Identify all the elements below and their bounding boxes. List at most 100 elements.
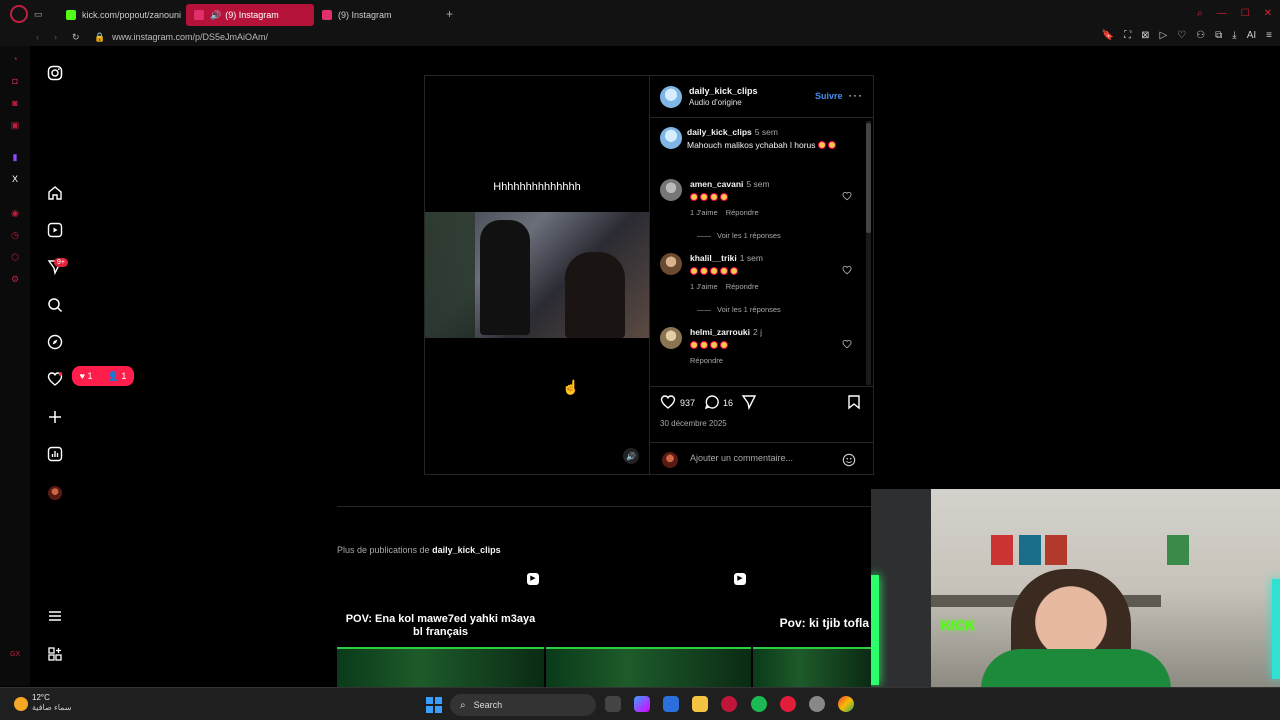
- tab-kick[interactable]: kick.com/popout/zanouni: [58, 4, 186, 26]
- mute-button[interactable]: 🔊: [623, 448, 639, 464]
- more-options-icon[interactable]: ···: [848, 88, 863, 102]
- shopping-icon[interactable]: ◘: [10, 76, 20, 86]
- comment-icon[interactable]: [704, 394, 720, 410]
- author-username[interactable]: daily_kick_clips: [689, 86, 758, 96]
- url-field[interactable]: www.instagram.com/p/DS5eJmAiOAm/: [112, 32, 268, 42]
- more-post-thumbnail[interactable]: Pov: ki tjib tofla: [753, 567, 871, 687]
- commenter-avatar[interactable]: [660, 327, 682, 349]
- gx-icon[interactable]: GX: [10, 650, 20, 660]
- bookmark-icon[interactable]: 🔖: [1102, 30, 1114, 41]
- profile-avatar[interactable]: [47, 485, 63, 501]
- author-avatar[interactable]: [660, 127, 682, 149]
- reply-button[interactable]: Répondre: [726, 208, 759, 217]
- heart-icon[interactable]: ♡: [1177, 30, 1186, 41]
- menu-icon[interactable]: ≡: [1266, 30, 1272, 41]
- twitch-icon[interactable]: ▮: [10, 152, 20, 162]
- like-comment-icon[interactable]: [842, 339, 852, 349]
- reply-button[interactable]: Répondre: [726, 282, 759, 291]
- play-icon[interactable]: ▷: [1160, 30, 1168, 41]
- view-replies-button[interactable]: Voir les 1 réponses: [697, 305, 781, 314]
- like-comment-icon[interactable]: [842, 191, 852, 201]
- opera-ai-icon[interactable]: ◔: [10, 54, 20, 64]
- comment-username[interactable]: amen_cavani 5 sem: [690, 179, 770, 189]
- task-view-icon[interactable]: [605, 696, 621, 712]
- like-comment-icon[interactable]: [842, 265, 852, 275]
- search-tabs-icon[interactable]: ⌕: [1197, 8, 1203, 19]
- comments-scrollbar[interactable]: [866, 121, 871, 385]
- maximize-icon[interactable]: ☐: [1241, 8, 1250, 19]
- comment-likes[interactable]: 1 J'aime: [690, 208, 718, 217]
- view-replies-button[interactable]: Voir les 1 réponses: [697, 231, 781, 240]
- author-avatar[interactable]: [660, 86, 682, 108]
- audio-playing-icon[interactable]: 🔊: [210, 10, 221, 21]
- save-icon[interactable]: [846, 394, 862, 410]
- chrome-icon[interactable]: [838, 696, 854, 712]
- commenter-avatar[interactable]: [660, 253, 682, 275]
- download-icon[interactable]: ⤓: [1232, 30, 1236, 41]
- follow-button[interactable]: Suivre: [815, 91, 843, 101]
- new-tab-icon[interactable]: +: [446, 7, 453, 21]
- create-icon[interactable]: [47, 409, 63, 425]
- activity-popup[interactable]: ♥ 1 👤 1: [72, 366, 134, 386]
- opera-logo-icon[interactable]: [10, 5, 28, 23]
- adblock-icon[interactable]: ⊠: [1141, 30, 1149, 41]
- settings-icon[interactable]: ⚙: [10, 274, 20, 284]
- back-icon[interactable]: ‹: [36, 32, 39, 42]
- caption-username[interactable]: daily_kick_clips 5 sem: [687, 127, 778, 137]
- scrollbar-thumb[interactable]: [866, 123, 871, 233]
- search-icon[interactable]: [47, 297, 63, 313]
- notifications-heart-icon[interactable]: [47, 371, 63, 387]
- share-icon[interactable]: [741, 394, 757, 410]
- extensions-sidebar-icon[interactable]: ⬡: [10, 252, 20, 262]
- player-icon[interactable]: ◉: [10, 208, 20, 218]
- commenter-avatar[interactable]: [660, 179, 682, 201]
- comment-username[interactable]: khalil__triki 1 sem: [690, 253, 763, 263]
- reels-icon[interactable]: [47, 222, 63, 238]
- opera-gx-icon[interactable]: [721, 696, 737, 712]
- like-icon[interactable]: [660, 394, 676, 410]
- instagram-logo-icon[interactable]: [47, 65, 63, 81]
- more-post-thumbnail[interactable]: ▶: [546, 567, 751, 687]
- emoji-picker-icon[interactable]: [842, 453, 856, 467]
- app-icon[interactable]: [780, 696, 796, 712]
- steam-icon[interactable]: [809, 696, 825, 712]
- like-count[interactable]: 937: [680, 398, 695, 408]
- extensions-icon[interactable]: ⧉: [1215, 30, 1222, 41]
- start-button[interactable]: [426, 697, 442, 713]
- tab-instagram-active[interactable]: 🔊 (9) Instagram: [186, 4, 314, 26]
- snapshot-icon[interactable]: ⛶: [1124, 30, 1131, 41]
- reload-icon[interactable]: ↻: [72, 32, 80, 43]
- news-icon[interactable]: ▣: [10, 120, 20, 130]
- tab-instagram[interactable]: (9) Instagram: [314, 4, 442, 26]
- copilot-icon[interactable]: [634, 696, 650, 712]
- more-posts-username[interactable]: daily_kick_clips: [432, 545, 501, 555]
- dashboard-icon[interactable]: [47, 446, 63, 462]
- audio-label[interactable]: Audio d'origine: [689, 98, 742, 107]
- messenger-icon[interactable]: ◙: [10, 98, 20, 108]
- video-frame[interactable]: [425, 212, 649, 338]
- store-icon[interactable]: [663, 696, 679, 712]
- x-icon[interactable]: X: [10, 174, 20, 184]
- explore-icon[interactable]: [47, 334, 63, 350]
- comment-count[interactable]: 16: [723, 398, 733, 408]
- profile-icon[interactable]: ⚇: [1196, 30, 1205, 41]
- comment-username[interactable]: helmi_zarrouki 2 j: [690, 327, 762, 337]
- close-icon[interactable]: ✕: [1264, 8, 1272, 19]
- workspace-icon[interactable]: ▭: [34, 9, 46, 20]
- ai-button[interactable]: AI: [1247, 30, 1256, 41]
- more-post-thumbnail[interactable]: ▶ POV: Ena kol mawe7ed yahki m3aya bl fr…: [337, 567, 544, 687]
- forward-icon[interactable]: ›: [54, 32, 57, 42]
- taskbar-search[interactable]: ⌕ Search: [450, 694, 596, 716]
- file-explorer-icon[interactable]: [692, 696, 708, 712]
- minimize-icon[interactable]: —: [1217, 8, 1227, 19]
- reply-button[interactable]: Répondre: [690, 356, 723, 365]
- also-from-meta-icon[interactable]: [47, 646, 63, 662]
- home-icon[interactable]: [47, 185, 63, 201]
- post-media[interactable]: Hhhhhhhhhhhhhh 🔊: [424, 75, 650, 475]
- spotify-icon[interactable]: [751, 696, 767, 712]
- more-menu-icon[interactable]: [47, 608, 63, 624]
- weather-widget[interactable]: 12°C سماء صافية: [12, 693, 72, 713]
- add-comment-input[interactable]: Ajouter un commentaire...: [690, 453, 793, 463]
- comment-likes[interactable]: 1 J'aime: [690, 282, 718, 291]
- history-icon[interactable]: ◷: [10, 230, 20, 240]
